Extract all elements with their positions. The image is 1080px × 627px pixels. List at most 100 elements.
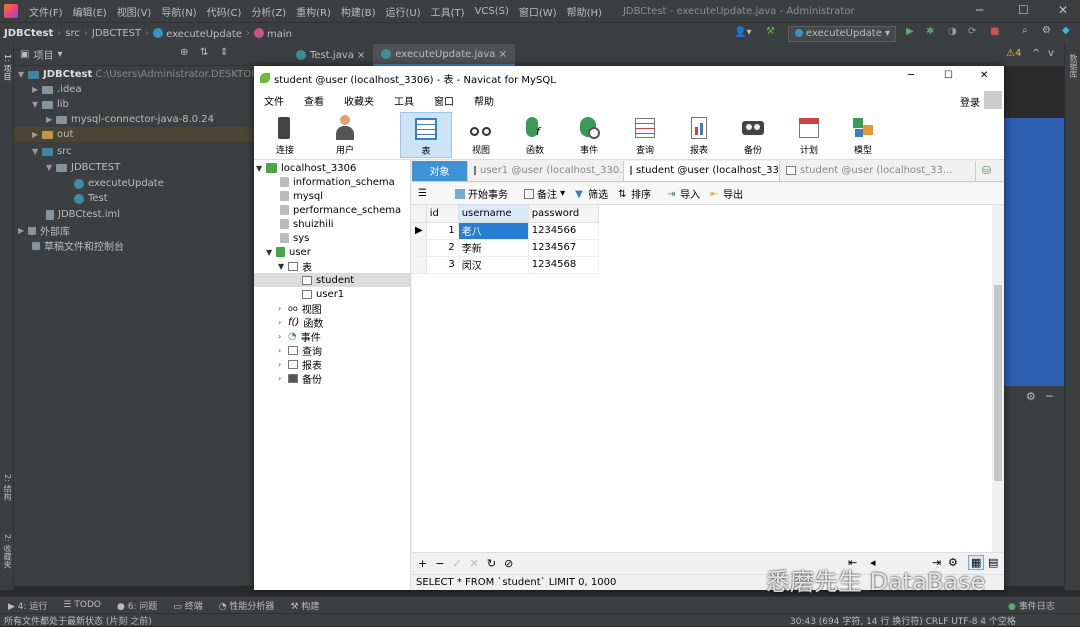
project-view-select[interactable]: 项目 (33, 47, 53, 62)
tree-node-out[interactable]: ▶ out (14, 127, 280, 142)
warning-icon[interactable]: ⚠4 (1006, 48, 1021, 59)
minimize-icon[interactable]: ─ (908, 70, 914, 81)
run-configuration-select[interactable]: executeUpdate ▾ (788, 26, 896, 42)
tab-test-java[interactable]: Test.java × (288, 44, 373, 66)
settings-gear-icon[interactable]: ⚙ (1026, 390, 1036, 403)
user-icon[interactable]: 👤▾ (734, 27, 751, 38)
refresh-icon[interactable]: ↻ (487, 557, 496, 570)
breadcrumb-project[interactable]: JDBCtest (0, 28, 57, 39)
event-button[interactable]: 事件 (566, 112, 612, 158)
stop-icon[interactable]: ■ (990, 26, 999, 37)
tree-node-scratches[interactable]: 草稿文件和控制台 (32, 238, 124, 253)
debug-icon[interactable]: ✱ (926, 26, 934, 37)
tree-node-executeupdate[interactable]: executeUpdate (74, 176, 164, 191)
cell-id[interactable]: 3 (426, 256, 459, 274)
jetbrains-icon[interactable]: ◆ (1062, 25, 1070, 36)
tree-node-src[interactable]: ▼ src (32, 144, 72, 159)
menu-icon[interactable]: ☰ (418, 188, 427, 199)
tree-table-student[interactable]: student (254, 273, 410, 287)
cell-username[interactable]: 李新 (458, 239, 529, 257)
minimize-panel-icon[interactable]: ─ (1046, 390, 1053, 403)
maximize-icon[interactable]: ☐ (944, 70, 953, 81)
table-row[interactable]: 3 闵汉 1234568 (412, 256, 599, 274)
tree-queries-group[interactable]: › 查询 (278, 343, 322, 358)
tab-todo[interactable]: ☰ TODO (55, 600, 109, 610)
tree-reports-group[interactable]: › 报表 (278, 357, 322, 372)
login-link[interactable]: 登录 (960, 94, 980, 109)
tab-profiler[interactable]: ◔ 性能分析器 (211, 599, 283, 612)
cell-password[interactable]: 1234567 (528, 239, 599, 257)
project-tool-tab[interactable]: 1: 项目 (1, 54, 13, 80)
favorites-tool-tab[interactable]: 2: 收藏夹 (1, 534, 13, 568)
column-header-password[interactable]: password (528, 205, 599, 223)
vertical-scrollbar[interactable] (992, 205, 1004, 552)
cell-id[interactable]: 1 (426, 222, 459, 240)
menu-edit[interactable]: 编辑(E) (68, 4, 112, 19)
close-icon[interactable]: × (357, 50, 365, 61)
menu-window[interactable]: 窗口(W) (514, 4, 562, 19)
event-log-button[interactable]: ● 事件日志 (1008, 599, 1055, 612)
menu-code[interactable]: 代码(C) (202, 4, 247, 19)
tree-node-lib[interactable]: ▼ lib (32, 97, 69, 112)
coverage-icon[interactable]: ◑ (948, 26, 957, 37)
tab-build[interactable]: ⚒ 构建 (282, 599, 327, 612)
breadcrumb-src[interactable]: src (61, 28, 84, 39)
tree-db[interactable]: sys (280, 231, 309, 245)
expand-icon[interactable]: ⇕ (220, 47, 228, 58)
tree-node-connector[interactable]: ▶ mysql-connector-java-8.0.24 (46, 112, 214, 127)
tree-table-user1[interactable]: user1 (302, 287, 344, 301)
chevron-down-icon[interactable]: ▾ (57, 49, 62, 60)
tree-connection[interactable]: ▼ localhost_3306 (256, 161, 356, 175)
menu-vcs[interactable]: VCS(S) (470, 6, 514, 17)
database-tool-tab[interactable]: 数据库 (1067, 54, 1079, 78)
structure-tool-tab[interactable]: 2: 结构 (1, 474, 13, 500)
tree-db[interactable]: performance_schema (280, 203, 401, 217)
avatar[interactable] (984, 91, 1002, 109)
close-icon[interactable]: × (499, 49, 507, 60)
cell-username-selected[interactable]: 老八 (458, 222, 529, 240)
tab-problems[interactable]: ● 6: 问题 (109, 599, 165, 612)
close-icon[interactable]: ✕ (1058, 3, 1068, 17)
maximize-icon[interactable]: ☐ (1018, 3, 1029, 17)
sort-button[interactable]: ⇅ 排序 (618, 186, 651, 202)
breadcrumb-package[interactable]: JDBCTEST (88, 28, 145, 39)
menu-tools[interactable]: 工具(T) (426, 4, 470, 19)
settings-gear-icon[interactable]: ⚙ (1042, 25, 1051, 36)
add-record-icon[interactable]: + (418, 557, 427, 570)
tab-student-active[interactable]: student @user (localhost_33... (624, 160, 780, 181)
export-button[interactable]: ⇤ 导出 (710, 186, 743, 202)
cell-id[interactable]: 2 (426, 239, 459, 257)
locate-icon[interactable]: ⊕ (180, 47, 188, 58)
tab-terminal[interactable]: ▭ 终端 (165, 599, 210, 612)
tab-user1[interactable]: user1 @user (localhost_330... (468, 160, 624, 181)
menu-help[interactable]: 帮助(H) (562, 4, 607, 19)
nv-menu-tools[interactable]: 工具 (384, 93, 424, 108)
tree-views-group[interactable]: › oo 视图 (278, 301, 322, 316)
chevron-up-icon[interactable]: ^ (1032, 48, 1040, 59)
tab-executeupdate-java[interactable]: executeUpdate.java × (373, 44, 515, 66)
tree-node-test[interactable]: Test (74, 191, 108, 206)
menu-build[interactable]: 构建(B) (336, 4, 381, 19)
delete-record-icon[interactable]: − (435, 557, 444, 570)
model-button[interactable]: 模型 (840, 112, 886, 158)
tree-db-user[interactable]: ▼ user (266, 245, 311, 259)
tree-node-external-libs[interactable]: ▶ 外部库 (18, 223, 70, 238)
column-header-username[interactable]: username (458, 205, 529, 223)
close-icon[interactable]: ✕ (980, 70, 988, 81)
tree-node-iml[interactable]: JDBCtest.iml (46, 207, 120, 222)
status-right-info[interactable]: 30:43 (694 字符, 14 行 换行符) CRLF UTF-8 4 个空… (790, 614, 1016, 627)
menu-file[interactable]: 文件(F) (24, 4, 68, 19)
search-icon[interactable]: ⌕ (1022, 25, 1028, 36)
breadcrumb-class[interactable]: executeUpdate (149, 27, 246, 40)
tree-db[interactable]: information_schema (280, 175, 395, 189)
menu-view[interactable]: 视图(V) (112, 4, 157, 19)
cell-username[interactable]: 闵汉 (458, 256, 529, 274)
tree-db[interactable]: shuizhili (280, 217, 334, 231)
nv-menu-window[interactable]: 窗口 (424, 93, 464, 108)
table-row[interactable]: ▶ 1 老八 1234566 (412, 222, 599, 240)
tree-tables-group[interactable]: ▼ 表 (278, 259, 312, 274)
query-button[interactable]: 查询 (622, 112, 668, 158)
apply-icon[interactable]: ✓ (452, 557, 461, 570)
begin-transaction-button[interactable]: 开始事务 (454, 186, 508, 201)
table-button[interactable]: 表 (400, 112, 452, 158)
